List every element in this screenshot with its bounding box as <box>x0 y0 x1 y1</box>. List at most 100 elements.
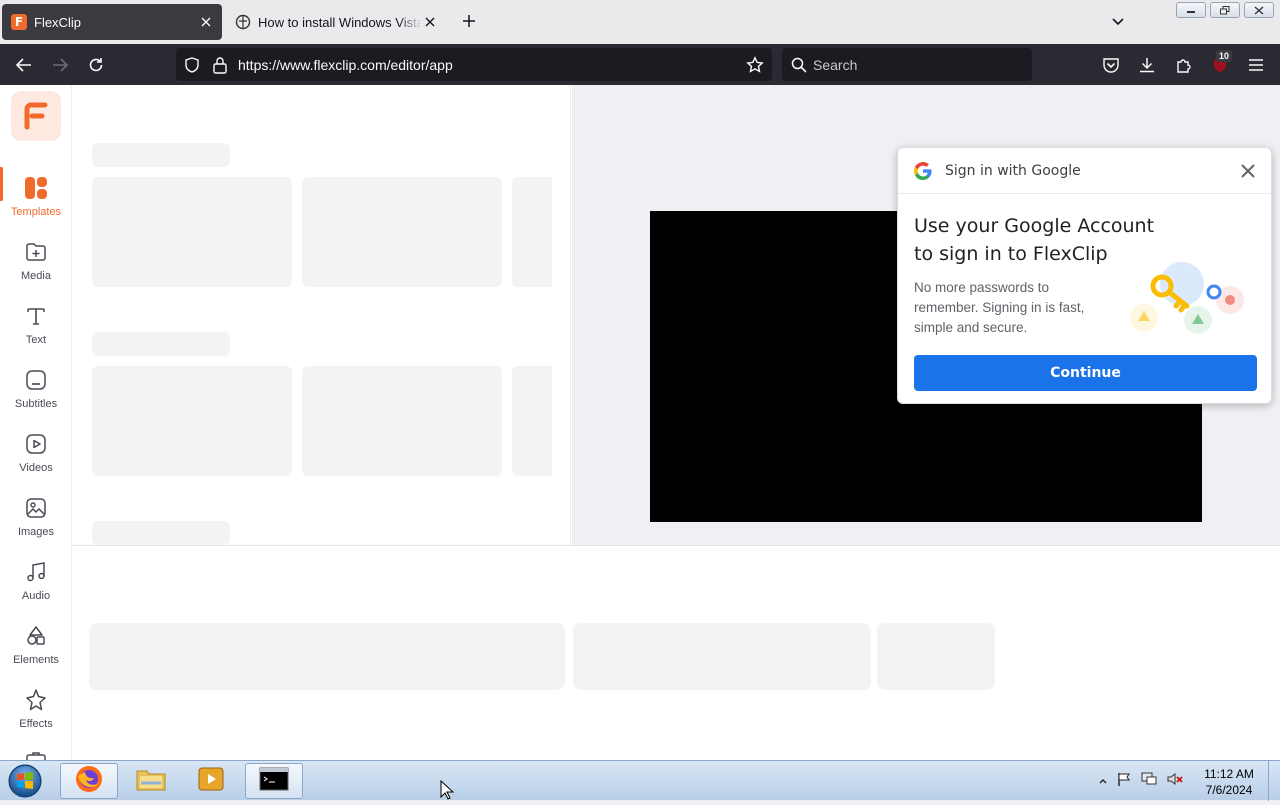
action-center-flag-icon[interactable] <box>1116 771 1132 792</box>
flexclip-logo-icon[interactable] <box>11 91 61 141</box>
sidebar-item-more-partial[interactable] <box>0 739 71 760</box>
sidebar-item-images[interactable]: Images <box>0 487 71 551</box>
templates-panel-loading <box>72 85 571 545</box>
browser-navigation-bar: https://www.flexclip.com/editor/app Sear… <box>0 44 1280 85</box>
videos-icon <box>23 431 49 457</box>
templates-icon <box>23 175 49 201</box>
sidebar-item-label: Media <box>21 270 51 282</box>
volume-muted-icon[interactable] <box>1166 771 1184 792</box>
flexclip-favicon-icon: F <box>11 14 27 30</box>
taskbar-command-prompt[interactable] <box>245 763 303 799</box>
subtitles-icon <box>23 367 49 393</box>
continue-button[interactable]: Continue <box>914 355 1257 391</box>
sidebar-item-label: Images <box>17 526 55 538</box>
skeleton-card <box>92 177 292 287</box>
media-player-icon <box>197 765 225 798</box>
sidebar-item-media[interactable]: Media <box>0 231 71 295</box>
sidebar-item-videos[interactable]: Videos <box>0 423 71 487</box>
network-icon[interactable] <box>1140 771 1158 792</box>
sidebar-item-label: Subtitles <box>14 398 58 410</box>
list-all-tabs-chevron-icon[interactable] <box>1110 13 1130 31</box>
hamburger-menu-icon[interactable] <box>1245 54 1267 76</box>
tracking-protection-shield-icon[interactable] <box>181 54 203 76</box>
downloads-icon[interactable] <box>1136 54 1158 76</box>
system-clock[interactable]: 11:12 AM 7/6/2024 <box>1196 766 1262 798</box>
tab-close-icon[interactable] <box>198 14 214 30</box>
keys-illustration-icon <box>1122 256 1248 342</box>
sidebar-item-label: Elements <box>13 654 59 666</box>
media-icon <box>23 239 49 265</box>
forward-arrow-icon[interactable] <box>49 54 71 76</box>
text-icon <box>23 303 49 329</box>
website-favicon-icon <box>235 14 251 30</box>
pocket-icon[interactable] <box>1100 54 1122 76</box>
system-tray <box>1098 771 1184 792</box>
clock-date: 7/6/2024 <box>1205 783 1253 797</box>
sidebar-item-label: Effects <box>19 718 53 730</box>
skeleton-heading <box>92 332 230 356</box>
popup-description: No more passwords to remember. Signing i… <box>914 280 1085 335</box>
minimize-button[interactable] <box>1176 2 1206 18</box>
tab-flexclip[interactable]: F FlexClip <box>2 4 222 40</box>
effects-star-icon <box>23 687 49 713</box>
sidebar-item-subtitles[interactable]: Subtitles <box>0 359 71 423</box>
sidebar-item-elements[interactable]: Elements <box>0 615 71 679</box>
extensions-puzzle-icon[interactable] <box>1173 54 1195 76</box>
window-controls <box>1176 2 1274 18</box>
search-placeholder: Search <box>813 57 858 73</box>
audio-note-icon <box>23 559 49 585</box>
taskbar-media-player[interactable] <box>182 763 240 799</box>
new-tab-button[interactable] <box>458 12 480 34</box>
sidebar-item-audio[interactable]: Audio <box>0 551 71 615</box>
windows-taskbar: 11:12 AM 7/6/2024 <box>0 760 1280 801</box>
url-text[interactable]: https://www.flexclip.com/editor/app <box>238 57 453 73</box>
skeleton-card <box>302 177 502 287</box>
popup-header-title: Sign in with Google <box>945 163 1081 179</box>
search-bar[interactable]: Search <box>782 48 1032 81</box>
show-desktop-button[interactable] <box>1268 761 1280 801</box>
sidebar-item-effects[interactable]: Effects <box>0 679 71 743</box>
firefox-icon <box>74 764 104 799</box>
skeleton-card <box>512 177 552 287</box>
close-window-button[interactable] <box>1244 2 1274 18</box>
show-hidden-icons-arrow-icon[interactable] <box>1098 773 1108 791</box>
google-g-icon <box>914 162 932 180</box>
extension-badge-count: 10 <box>1216 50 1232 62</box>
skeleton-heading <box>92 143 230 167</box>
images-icon <box>23 495 49 521</box>
sidebar-item-templates[interactable]: Templates <box>0 167 71 231</box>
folder-icon <box>135 765 167 798</box>
browser-tab-strip: F FlexClip How to install Windows Vista … <box>0 0 1280 44</box>
sidebar-item-text[interactable]: Text <box>0 295 71 359</box>
restore-button[interactable] <box>1210 2 1240 18</box>
skeleton-card <box>302 366 502 476</box>
skeleton-clip <box>89 623 565 690</box>
mouse-cursor-icon <box>440 779 455 800</box>
tab-label: How to install Windows Vista in <box>258 14 422 30</box>
reload-icon[interactable] <box>85 54 107 76</box>
timeline-loading <box>72 545 1280 760</box>
skeleton-clip <box>573 623 871 690</box>
taskbar-firefox[interactable] <box>60 763 118 799</box>
editor-sidebar: Templates Media Text Subtitles Videos Im… <box>0 85 72 760</box>
taskbar-file-explorer[interactable] <box>122 763 180 799</box>
sidebar-item-label: Videos <box>19 462 53 474</box>
lock-icon[interactable] <box>209 54 231 76</box>
skeleton-heading <box>92 521 230 545</box>
tab-label: FlexClip <box>34 14 81 30</box>
sidebar-item-label: Audio <box>21 590 51 602</box>
back-arrow-icon[interactable] <box>13 54 35 76</box>
sidebar-item-label: Templates <box>10 206 62 218</box>
tab-close-icon[interactable] <box>422 14 438 30</box>
sidebar-item-label: Text <box>25 334 47 346</box>
clock-time: 11:12 AM <box>1204 767 1254 781</box>
address-bar[interactable]: https://www.flexclip.com/editor/app <box>176 48 772 81</box>
bookmark-star-icon[interactable] <box>744 54 766 76</box>
elements-shapes-icon <box>23 623 49 649</box>
skeleton-card <box>512 366 552 476</box>
popup-header: Sign in with Google <box>898 148 1271 194</box>
tab-windows-vista[interactable]: How to install Windows Vista in <box>226 4 446 40</box>
search-icon <box>788 54 810 76</box>
close-icon[interactable] <box>1239 162 1257 180</box>
start-orb-icon[interactable] <box>4 763 46 799</box>
